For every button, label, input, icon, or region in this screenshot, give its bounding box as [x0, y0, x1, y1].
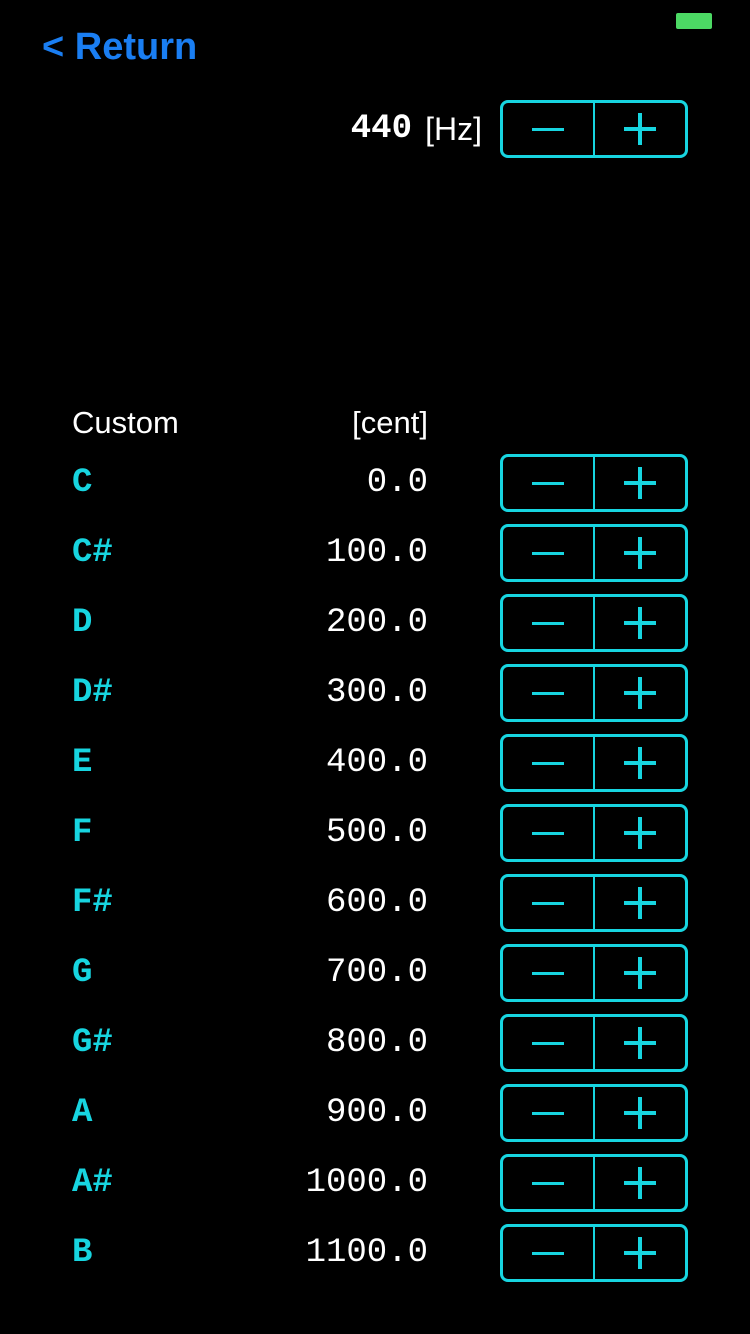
decrement-button[interactable] [503, 877, 593, 929]
note-row: B 1100.0 [0, 1224, 750, 1282]
increment-button[interactable] [593, 1227, 685, 1279]
note-row: D# 300.0 [0, 664, 750, 722]
increment-button[interactable] [593, 947, 685, 999]
note-row: C# 100.0 [0, 524, 750, 582]
cent-stepper [500, 1014, 688, 1072]
increment-button[interactable] [593, 597, 685, 649]
note-name: F [72, 814, 93, 852]
note-name: F# [72, 884, 113, 922]
decrement-button[interactable] [503, 1087, 593, 1139]
cent-value: 900.0 [325, 1094, 428, 1132]
decrement-button[interactable] [503, 1227, 593, 1279]
cent-value: 500.0 [325, 814, 428, 852]
cent-value: 1000.0 [305, 1164, 428, 1202]
note-name: C# [72, 534, 113, 572]
cent-value: 700.0 [325, 954, 428, 992]
cent-stepper [500, 454, 688, 512]
increment-button[interactable] [593, 737, 685, 789]
cent-stepper [500, 804, 688, 862]
increment-button[interactable] [593, 667, 685, 719]
note-row: G 700.0 [0, 944, 750, 1002]
decrement-button[interactable] [503, 667, 593, 719]
note-name: C [72, 464, 93, 502]
cent-stepper [500, 664, 688, 722]
frequency-stepper [500, 100, 688, 158]
note-list: C 0.0 C# 100.0 D 200.0 D# 300.0 E 400.0 [0, 454, 750, 1294]
cent-value: 800.0 [325, 1024, 428, 1062]
note-row: F 500.0 [0, 804, 750, 862]
note-row: E 400.0 [0, 734, 750, 792]
cent-value: 300.0 [325, 674, 428, 712]
note-name: A# [72, 1164, 113, 1202]
cent-value: 400.0 [325, 744, 428, 782]
note-name: D# [72, 674, 113, 712]
cent-stepper [500, 944, 688, 1002]
cent-stepper [500, 1224, 688, 1282]
note-row: D 200.0 [0, 594, 750, 652]
frequency-increment-button[interactable] [593, 103, 685, 155]
decrement-button[interactable] [503, 1017, 593, 1069]
custom-header: Custom [72, 405, 179, 440]
increment-button[interactable] [593, 1157, 685, 1209]
increment-button[interactable] [593, 807, 685, 859]
cent-value: 600.0 [325, 884, 428, 922]
decrement-button[interactable] [503, 597, 593, 649]
cent-stepper [500, 1154, 688, 1212]
frequency-value: 440 [350, 110, 412, 148]
note-name: G# [72, 1024, 113, 1062]
note-name: E [72, 744, 93, 782]
note-row: A# 1000.0 [0, 1154, 750, 1212]
frequency-decrement-button[interactable] [503, 103, 593, 155]
note-name: D [72, 604, 93, 642]
increment-button[interactable] [593, 527, 685, 579]
battery-icon [676, 13, 712, 29]
cent-stepper [500, 734, 688, 792]
decrement-button[interactable] [503, 947, 593, 999]
decrement-button[interactable] [503, 807, 593, 859]
decrement-button[interactable] [503, 457, 593, 509]
cent-stepper [500, 1084, 688, 1142]
cent-value: 200.0 [325, 604, 428, 642]
increment-button[interactable] [593, 457, 685, 509]
cent-value: 1100.0 [305, 1234, 428, 1272]
increment-button[interactable] [593, 1087, 685, 1139]
increment-button[interactable] [593, 1017, 685, 1069]
decrement-button[interactable] [503, 527, 593, 579]
note-row: F# 600.0 [0, 874, 750, 932]
cent-stepper [500, 874, 688, 932]
cent-header: [cent] [352, 405, 428, 440]
note-row: C 0.0 [0, 454, 750, 512]
frequency-unit: [Hz] [425, 111, 482, 147]
cent-stepper [500, 594, 688, 652]
note-name: B [72, 1234, 93, 1272]
increment-button[interactable] [593, 877, 685, 929]
cent-stepper [500, 524, 688, 582]
note-row: G# 800.0 [0, 1014, 750, 1072]
note-name: G [72, 954, 93, 992]
cent-value: 100.0 [325, 534, 428, 572]
decrement-button[interactable] [503, 1157, 593, 1209]
reference-frequency-row: 440 [Hz] [0, 100, 750, 158]
return-button[interactable]: < Return [42, 24, 197, 70]
note-row: A 900.0 [0, 1084, 750, 1142]
note-name: A [72, 1094, 93, 1132]
decrement-button[interactable] [503, 737, 593, 789]
cent-value: 0.0 [366, 464, 428, 502]
